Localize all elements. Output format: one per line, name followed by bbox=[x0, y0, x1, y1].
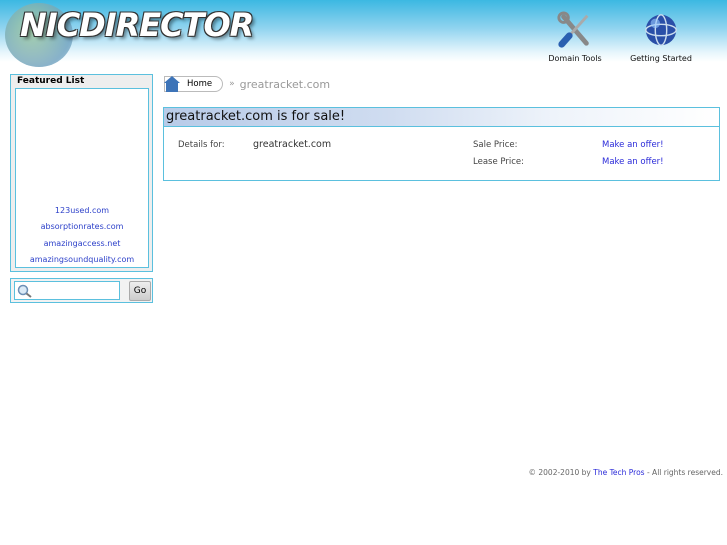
home-label: Home bbox=[187, 79, 213, 89]
logo[interactable]: NICDIRECTOR bbox=[20, 6, 254, 44]
breadcrumb-home[interactable]: Home bbox=[164, 76, 224, 92]
nav-domain-tools[interactable]: Domain Tools bbox=[545, 10, 605, 63]
featured-list: Featured List 123used.com absorptionrate… bbox=[10, 74, 153, 272]
featured-title: Featured List bbox=[17, 76, 85, 86]
featured-link[interactable]: absorptionrates.com bbox=[41, 222, 124, 231]
footer-rights: - All rights reserved. bbox=[646, 468, 723, 477]
nav-label: Domain Tools bbox=[548, 54, 602, 63]
featured-link[interactable]: 123used.com bbox=[55, 206, 109, 215]
domain-name: greatracket.com bbox=[253, 139, 332, 150]
breadcrumb: Home » greatracket.com bbox=[164, 75, 330, 93]
search-icon bbox=[17, 284, 32, 298]
sale-offer-link[interactable]: Make an offer! bbox=[602, 140, 664, 150]
featured-link[interactable]: amazingsoundquality.com bbox=[30, 255, 134, 264]
panel-title: greatracket.com is for sale! bbox=[164, 108, 719, 127]
footer-copyright: © 2002-2010 by bbox=[528, 468, 591, 477]
breadcrumb-separator: » bbox=[229, 79, 234, 89]
lease-offer-link[interactable]: Make an offer! bbox=[602, 157, 664, 167]
header: NICDIRECTOR Domain Tools Getting Started bbox=[0, 0, 727, 67]
sale-price-label: Sale Price: bbox=[473, 140, 518, 150]
featured-link[interactable]: amazingaccess.net bbox=[44, 239, 121, 248]
footer: © 2002-2010 by The Tech Pros - All right… bbox=[529, 468, 724, 477]
search-input[interactable] bbox=[14, 281, 120, 300]
globe-icon bbox=[645, 14, 677, 46]
details-label: Details for: bbox=[178, 140, 225, 150]
nav-label: Getting Started bbox=[630, 54, 692, 63]
sale-panel: greatracket.com is for sale! Details for… bbox=[163, 107, 720, 181]
search-box: Go bbox=[10, 278, 153, 303]
nav-getting-started[interactable]: Getting Started bbox=[628, 10, 694, 63]
home-icon bbox=[164, 76, 180, 92]
breadcrumb-current: greatracket.com bbox=[239, 77, 331, 91]
footer-link[interactable]: The Tech Pros bbox=[593, 468, 644, 477]
tools-icon bbox=[557, 11, 589, 48]
go-button[interactable]: Go bbox=[129, 281, 151, 301]
lease-price-label: Lease Price: bbox=[473, 157, 524, 167]
